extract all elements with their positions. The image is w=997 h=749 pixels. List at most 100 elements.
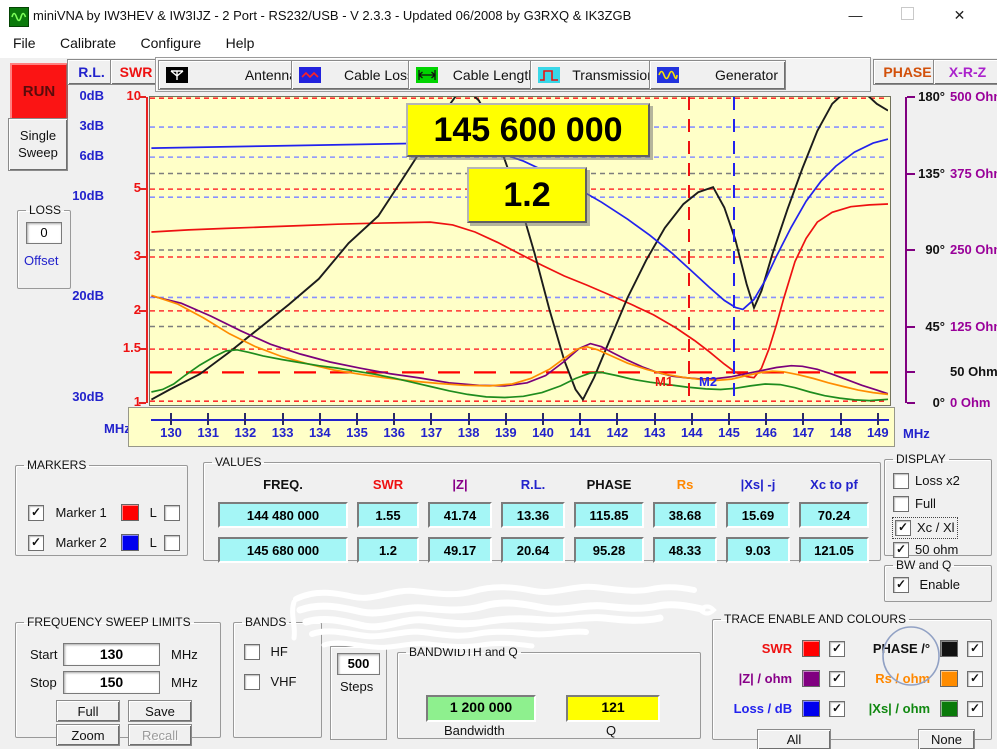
swr-flag: 1.2 bbox=[467, 167, 587, 223]
display-option-checkbox-2[interactable] bbox=[895, 520, 911, 536]
trace-z-swatch[interactable] bbox=[802, 670, 820, 687]
loss-offset-input[interactable]: 0 bbox=[26, 222, 62, 244]
sweep-stop-unit: MHz bbox=[171, 675, 198, 690]
rl-indicator[interactable]: R.L. bbox=[67, 59, 116, 85]
values-column-header: Xc to pf bbox=[799, 477, 869, 493]
sweep-full-button[interactable]: Full bbox=[56, 700, 120, 722]
sweep-save-button[interactable]: Save bbox=[128, 700, 192, 722]
phase-indicator[interactable]: PHASE bbox=[873, 59, 942, 85]
display-option-checkbox-3[interactable] bbox=[893, 542, 909, 558]
xrz-indicator[interactable]: X-R-Z bbox=[933, 59, 997, 85]
values-table: FREQ.144 480 000145 680 000SWR1.551.2|Z|… bbox=[218, 477, 869, 563]
display-option-checkbox-0[interactable] bbox=[893, 473, 909, 489]
marker1-checkbox[interactable] bbox=[28, 505, 44, 521]
x-axis-tick-label: 146 bbox=[751, 425, 781, 440]
tab-cable-loss[interactable]: Cable Loss bbox=[291, 60, 422, 90]
bwq-enable-checkbox[interactable] bbox=[893, 577, 909, 593]
trace-all-button[interactable]: All bbox=[757, 729, 831, 749]
trace-phase-checkbox[interactable] bbox=[967, 641, 983, 657]
menu-bar: File Calibrate Configure Help bbox=[0, 31, 997, 58]
sweep-stop-input[interactable]: 150 bbox=[63, 671, 160, 694]
phase-deg-label: 90° bbox=[911, 242, 945, 257]
values-column: |Z|41.7449.17 bbox=[428, 477, 492, 563]
x-axis-tick bbox=[840, 413, 842, 425]
trace-xs-checkbox[interactable] bbox=[967, 701, 983, 717]
tab-generator[interactable]: Generator bbox=[649, 60, 786, 90]
phase-deg-label: 45° bbox=[911, 319, 945, 334]
values-cell-marker2: 48.33 bbox=[653, 537, 717, 563]
ohm-label: 375 Ohm bbox=[950, 166, 997, 181]
phase-deg-label: 135° bbox=[911, 166, 945, 181]
trace-swr-swatch[interactable] bbox=[802, 640, 820, 657]
values-cell-marker1: 1.55 bbox=[357, 502, 419, 528]
values-column: Rs38.6848.33 bbox=[653, 477, 717, 563]
sweep-recall-button[interactable]: Recall bbox=[128, 724, 192, 746]
values-cell-marker1: 13.36 bbox=[501, 502, 565, 528]
x-axis-tick bbox=[207, 413, 209, 425]
display-group: DISPLAY Loss x2FullXc / Xl50 ohm bbox=[884, 452, 992, 556]
db-axis-label: 6dB bbox=[79, 148, 104, 163]
marker2-l-checkbox[interactable] bbox=[164, 535, 180, 551]
marker1-color-swatch[interactable] bbox=[121, 504, 139, 521]
chart-plot-area[interactable]: M1 M2 145 600 000 1.2 bbox=[149, 96, 891, 406]
phase-ohm-axis-label: 50 Ohm bbox=[911, 363, 997, 381]
db-axis-label: 0dB bbox=[79, 88, 104, 103]
menu-help[interactable]: Help bbox=[216, 31, 265, 55]
ohm-label: 0 Ohm bbox=[950, 395, 990, 410]
values-cell-marker1: 38.68 bbox=[653, 502, 717, 528]
marker1-l-checkbox[interactable] bbox=[164, 505, 180, 521]
tab-antenna[interactable]: Antenna bbox=[158, 60, 305, 90]
x-axis-tick bbox=[877, 413, 879, 425]
maximize-icon bbox=[901, 7, 914, 20]
values-column: SWR1.551.2 bbox=[357, 477, 419, 563]
bandwidth-label: Bandwidth bbox=[444, 723, 505, 738]
trace-none-button[interactable]: None bbox=[918, 729, 975, 749]
trace-phase-swatch[interactable] bbox=[940, 640, 958, 657]
close-button[interactable]: ✕ bbox=[937, 0, 982, 30]
band-vhf-checkbox[interactable] bbox=[244, 674, 260, 690]
app-window: miniVNA by IW3HEV & IW3IJZ - 2 Port - RS… bbox=[0, 0, 997, 749]
values-column: R.L.13.3620.64 bbox=[501, 477, 565, 563]
maximize-button[interactable] bbox=[885, 0, 930, 30]
menu-file[interactable]: File bbox=[3, 31, 46, 55]
trace-rs-label: Rs / ohm bbox=[875, 671, 930, 686]
trace-rs-swatch[interactable] bbox=[940, 670, 958, 687]
trace-swr-label: SWR bbox=[762, 641, 792, 656]
trace-xs-swatch[interactable] bbox=[940, 700, 958, 717]
values-column: FREQ.144 480 000145 680 000 bbox=[218, 477, 348, 563]
trace-loss-swatch[interactable] bbox=[802, 700, 820, 717]
tab-label: Antenna bbox=[245, 67, 297, 83]
values-column: PHASE115.8595.28 bbox=[574, 477, 644, 563]
sweep-zoom-button[interactable]: Zoom bbox=[56, 724, 120, 746]
steps-input[interactable]: 500 bbox=[337, 653, 380, 675]
display-option-label: Full bbox=[915, 496, 936, 511]
trace-group: TRACE ENABLE AND COLOURS SWR PHASE /° |Z… bbox=[712, 612, 992, 740]
cable-length-icon bbox=[416, 67, 438, 83]
minimize-button[interactable]: — bbox=[833, 0, 878, 30]
x-axis-tick bbox=[802, 413, 804, 425]
menu-configure[interactable]: Configure bbox=[131, 31, 212, 55]
trace-rs-row: Rs / ohm bbox=[843, 670, 983, 688]
marker2-row: Marker 2 L bbox=[28, 534, 180, 552]
band-hf-row: HF bbox=[244, 643, 288, 661]
bwq-enable-row: Enable bbox=[893, 576, 960, 594]
menu-calibrate[interactable]: Calibrate bbox=[50, 31, 126, 55]
swr-axis-tick bbox=[139, 96, 146, 98]
trace-loss-label: Loss / dB bbox=[734, 701, 793, 716]
display-option-checkbox-1[interactable] bbox=[893, 496, 909, 512]
marker2-l-label: L bbox=[150, 535, 157, 550]
trace-rs-checkbox[interactable] bbox=[967, 671, 983, 687]
tab-cable-length[interactable]: Cable Length bbox=[408, 60, 544, 90]
band-hf-checkbox[interactable] bbox=[244, 644, 260, 660]
sweep-start-input[interactable]: 130 bbox=[63, 643, 160, 666]
display-option-row: Full bbox=[893, 495, 960, 513]
trace-group-title: TRACE ENABLE AND COLOURS bbox=[721, 612, 909, 626]
values-cell-marker1: 115.85 bbox=[574, 502, 644, 528]
marker2-checkbox[interactable] bbox=[28, 535, 44, 551]
marker2-label: M2 bbox=[699, 374, 717, 389]
marker2-color-swatch[interactable] bbox=[121, 534, 139, 551]
loss-offset-link[interactable]: Offset bbox=[24, 253, 58, 268]
tab-transmission[interactable]: Transmission bbox=[530, 60, 663, 90]
mhz-label-right: MHz bbox=[903, 426, 930, 441]
x-axis-tick-label: 131 bbox=[193, 425, 223, 440]
